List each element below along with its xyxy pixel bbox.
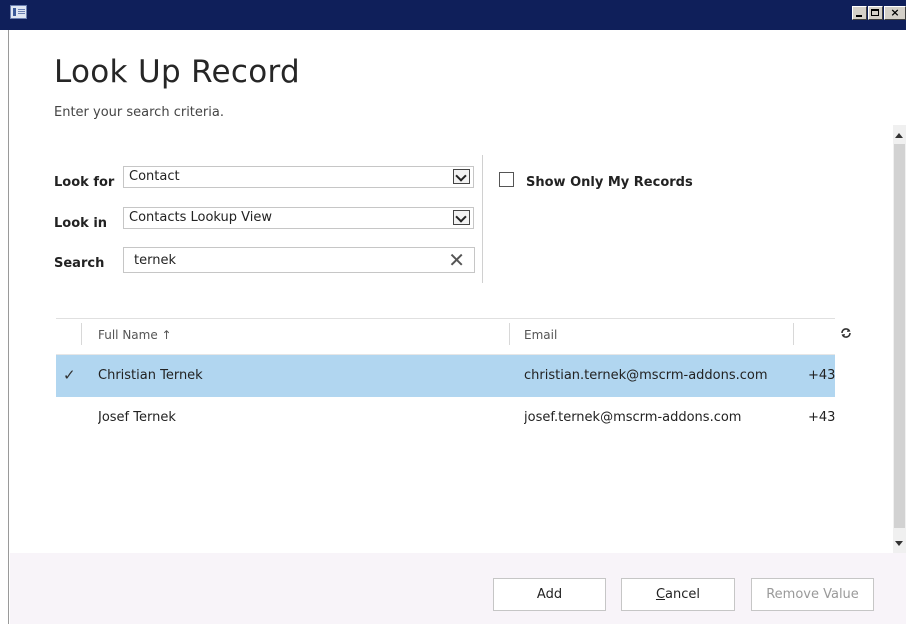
look-for-select[interactable]: Contact [123,166,474,188]
look-in-label: Look in [54,216,108,231]
cancel-access-key: C [655,587,666,602]
cancel-label-rest: ancel [665,587,701,602]
vertical-scrollbar[interactable] [893,125,906,553]
table-row[interactable]: Josef Ternek josef.ternek@mscrm-addons.c… [56,397,835,439]
form-divider [482,155,483,283]
grid-top-border [56,318,835,319]
add-button[interactable]: Add [493,578,606,611]
window-system-icon[interactable] [10,5,27,19]
chevron-down-icon[interactable] [453,210,470,225]
window-left-border [0,30,9,624]
show-only-my-records-checkbox[interactable] [499,172,514,187]
look-in-select[interactable]: Contacts Lookup View [123,207,474,229]
remove-value-button[interactable]: Remove Value [751,578,874,611]
search-input[interactable] [134,251,434,269]
refresh-icon[interactable] [840,327,852,339]
scroll-down-icon[interactable] [895,541,903,546]
cell-phone[interactable]: +43 3: [808,368,835,383]
column-separator [793,323,794,345]
maximize-button[interactable] [868,6,883,20]
look-for-label: Look for [54,175,115,190]
scroll-thumb[interactable] [894,144,905,528]
cell-email[interactable]: christian.ternek@mscrm-addons.com [524,368,768,383]
column-separator [509,323,510,345]
dialog-title: Look Up Record [54,54,300,90]
selected-check-icon: ✓ [63,366,76,384]
dialog-subtitle: Enter your search criteria. [54,105,224,120]
clear-icon[interactable]: ✕ [448,249,465,271]
cancel-button[interactable]: Cancel [621,578,735,611]
show-only-my-records-label[interactable]: Show Only My Records [526,175,693,190]
cell-email[interactable]: josef.ternek@mscrm-addons.com [524,410,741,425]
table-row[interactable]: ✓ Christian Ternek christian.ternek@mscr… [56,355,835,397]
cell-phone[interactable]: +43 3: [808,410,835,425]
look-for-value: Contact [129,169,180,184]
look-in-value: Contacts Lookup View [129,210,273,225]
cell-full-name[interactable]: Josef Ternek [98,410,176,425]
search-label: Search [54,256,105,271]
search-field[interactable]: ✕ [123,247,475,273]
column-header-full-name[interactable]: Full Name ↑ [98,328,172,342]
chevron-down-icon[interactable] [453,169,470,184]
column-separator [81,323,82,345]
cell-full-name[interactable]: Christian Ternek [98,368,203,383]
window-title-bar: × [0,0,906,30]
column-header-email[interactable]: Email [524,328,557,342]
scroll-up-icon[interactable] [895,133,903,138]
close-button[interactable]: × [884,6,906,20]
minimize-button[interactable] [852,6,867,20]
